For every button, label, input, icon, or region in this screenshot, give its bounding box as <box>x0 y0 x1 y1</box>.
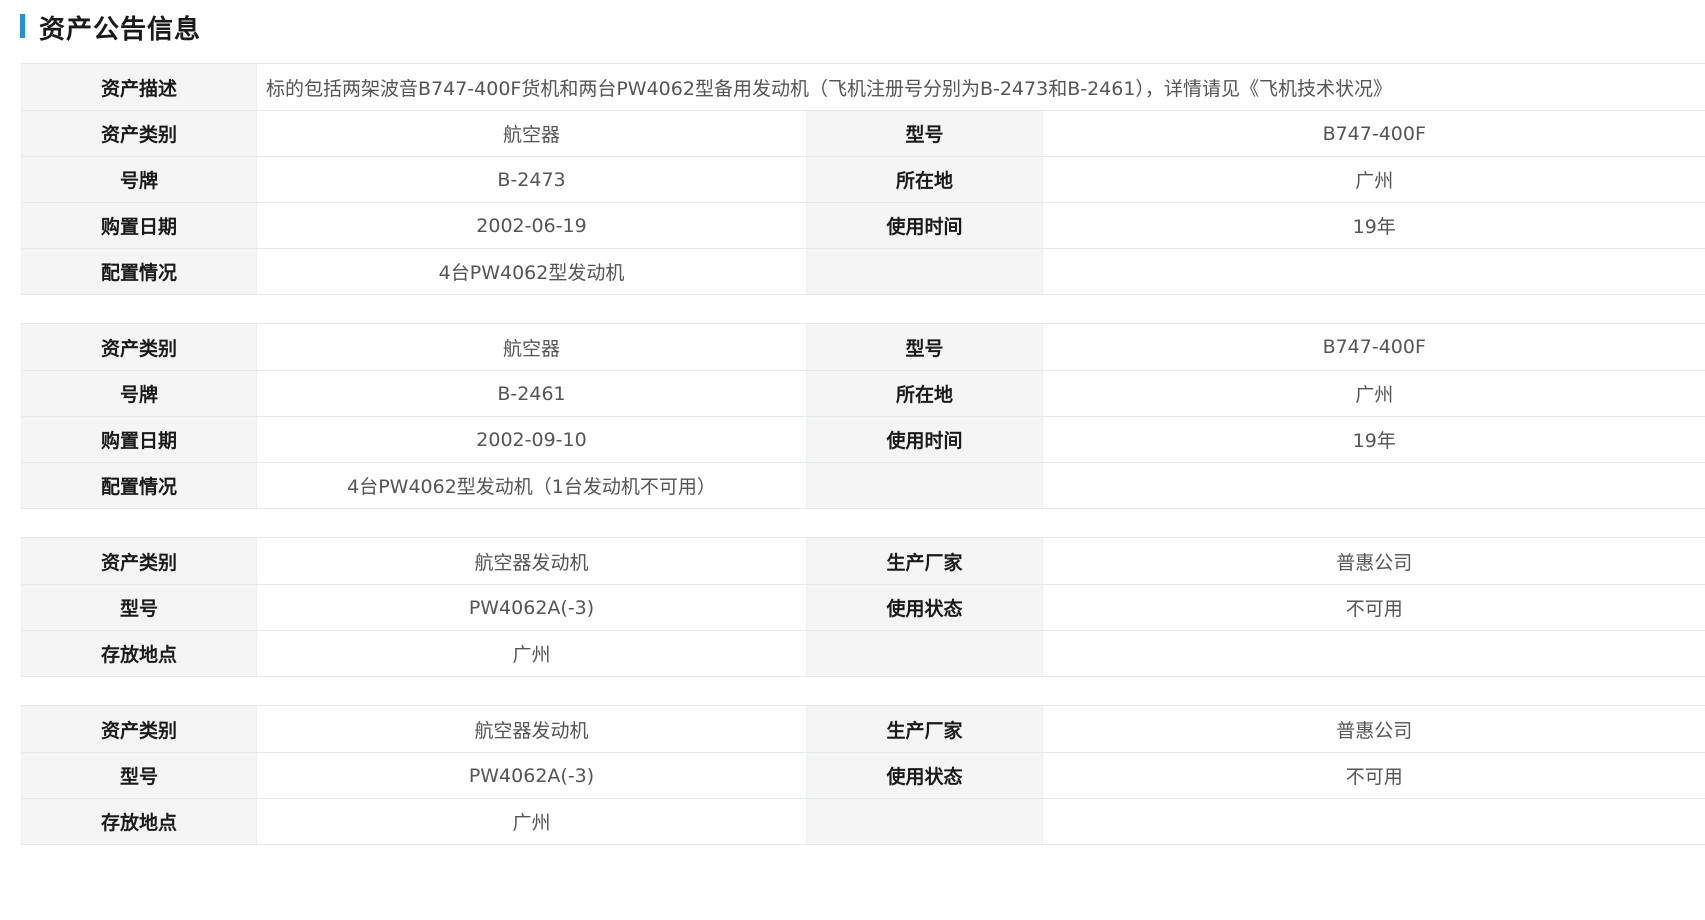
field-value: PW4062A(-3) <box>256 752 807 799</box>
field-label: 使用时间 <box>806 202 1043 249</box>
field-label: 资产类别 <box>21 537 257 585</box>
table-row: 购置日期 2002-09-10 使用时间 19年 <box>21 416 1705 463</box>
field-value: 不可用 <box>1042 752 1705 799</box>
field-value: B747-400F <box>1042 110 1705 157</box>
field-label: 资产类别 <box>21 323 257 371</box>
section-title: 资产公告信息 <box>39 14 202 45</box>
field-label: 配置情况 <box>21 462 257 509</box>
field-value: 广州 <box>256 630 807 677</box>
field-label: 号牌 <box>21 370 257 417</box>
table-row: 型号 PW4062A(-3) 使用状态 不可用 <box>21 752 1705 799</box>
field-value: 19年 <box>1042 202 1705 249</box>
field-label: 所在地 <box>806 370 1043 417</box>
field-value: 航空器发动机 <box>256 537 807 585</box>
field-label: 配置情况 <box>21 248 257 295</box>
table-row: 配置情况 4台PW4062型发动机 <box>21 248 1705 295</box>
description-label: 资产描述 <box>21 63 257 111</box>
field-value-empty <box>1042 630 1705 677</box>
field-label: 生产厂家 <box>806 705 1043 753</box>
asset-table-aircraft-1: 资产描述 标的包括两架波音B747-400F货机和两台PW4062型备用发动机（… <box>21 63 1705 295</box>
field-value: 航空器发动机 <box>256 705 807 753</box>
field-value: 4台PW4062型发动机（1台发动机不可用） <box>256 462 807 509</box>
field-label: 存放地点 <box>21 798 257 845</box>
field-label: 使用状态 <box>806 752 1043 799</box>
asset-table-aircraft-2: 资产类别 航空器 型号 B747-400F 号牌 B-2461 所在地 广州 购… <box>21 323 1705 509</box>
field-label: 型号 <box>806 323 1043 371</box>
field-label: 购置日期 <box>21 202 257 249</box>
field-label: 资产类别 <box>21 110 257 157</box>
field-value: 不可用 <box>1042 584 1705 631</box>
field-label-empty <box>806 798 1043 845</box>
table-row: 资产类别 航空器发动机 生产厂家 普惠公司 <box>21 705 1705 753</box>
table-row: 购置日期 2002-06-19 使用时间 19年 <box>21 202 1705 249</box>
field-label-empty <box>806 630 1043 677</box>
field-value-empty <box>1042 798 1705 845</box>
field-value: 广州 <box>256 798 807 845</box>
table-row: 型号 PW4062A(-3) 使用状态 不可用 <box>21 584 1705 631</box>
asset-table-engine-1: 资产类别 航空器发动机 生产厂家 普惠公司 型号 PW4062A(-3) 使用状… <box>21 537 1705 677</box>
field-label: 生产厂家 <box>806 537 1043 585</box>
field-label: 号牌 <box>21 156 257 203</box>
description-value: 标的包括两架波音B747-400F货机和两台PW4062型备用发动机（飞机注册号… <box>256 63 1705 111</box>
asset-tables: 资产描述 标的包括两架波音B747-400F货机和两台PW4062型备用发动机（… <box>21 63 1705 873</box>
table-row: 资产类别 航空器 型号 B747-400F <box>21 323 1705 371</box>
table-row: 资产类别 航空器发动机 生产厂家 普惠公司 <box>21 537 1705 585</box>
field-label: 购置日期 <box>21 416 257 463</box>
field-value: 航空器 <box>256 323 807 371</box>
field-value: B-2461 <box>256 370 807 417</box>
field-label: 使用状态 <box>806 584 1043 631</box>
field-value: 2002-06-19 <box>256 202 807 249</box>
field-value: 广州 <box>1042 156 1705 203</box>
field-value: 2002-09-10 <box>256 416 807 463</box>
table-row: 号牌 B-2473 所在地 广州 <box>21 156 1705 203</box>
field-value: B-2473 <box>256 156 807 203</box>
field-label-empty <box>806 248 1043 295</box>
field-label: 所在地 <box>806 156 1043 203</box>
asset-table-engine-2: 资产类别 航空器发动机 生产厂家 普惠公司 型号 PW4062A(-3) 使用状… <box>21 705 1705 845</box>
field-value: 普惠公司 <box>1042 537 1705 585</box>
field-label: 使用时间 <box>806 416 1043 463</box>
table-row: 存放地点 广州 <box>21 630 1705 677</box>
field-label: 存放地点 <box>21 630 257 677</box>
table-row: 资产类别 航空器 型号 B747-400F <box>21 110 1705 157</box>
field-label: 型号 <box>21 584 257 631</box>
field-value: 19年 <box>1042 416 1705 463</box>
table-row: 配置情况 4台PW4062型发动机（1台发动机不可用） <box>21 462 1705 509</box>
field-label: 型号 <box>806 110 1043 157</box>
section-header: 资产公告信息 <box>0 0 1705 54</box>
field-value: 航空器 <box>256 110 807 157</box>
section-accent-bar <box>20 14 25 38</box>
field-value: B747-400F <box>1042 323 1705 371</box>
field-value: 广州 <box>1042 370 1705 417</box>
field-label: 型号 <box>21 752 257 799</box>
table-row: 存放地点 广州 <box>21 798 1705 845</box>
field-label-empty <box>806 462 1043 509</box>
field-label: 资产类别 <box>21 705 257 753</box>
table-row-description: 资产描述 标的包括两架波音B747-400F货机和两台PW4062型备用发动机（… <box>21 63 1705 111</box>
field-value: 普惠公司 <box>1042 705 1705 753</box>
field-value: 4台PW4062型发动机 <box>256 248 807 295</box>
table-row: 号牌 B-2461 所在地 广州 <box>21 370 1705 417</box>
field-value: PW4062A(-3) <box>256 584 807 631</box>
field-value-empty <box>1042 462 1705 509</box>
field-value-empty <box>1042 248 1705 295</box>
